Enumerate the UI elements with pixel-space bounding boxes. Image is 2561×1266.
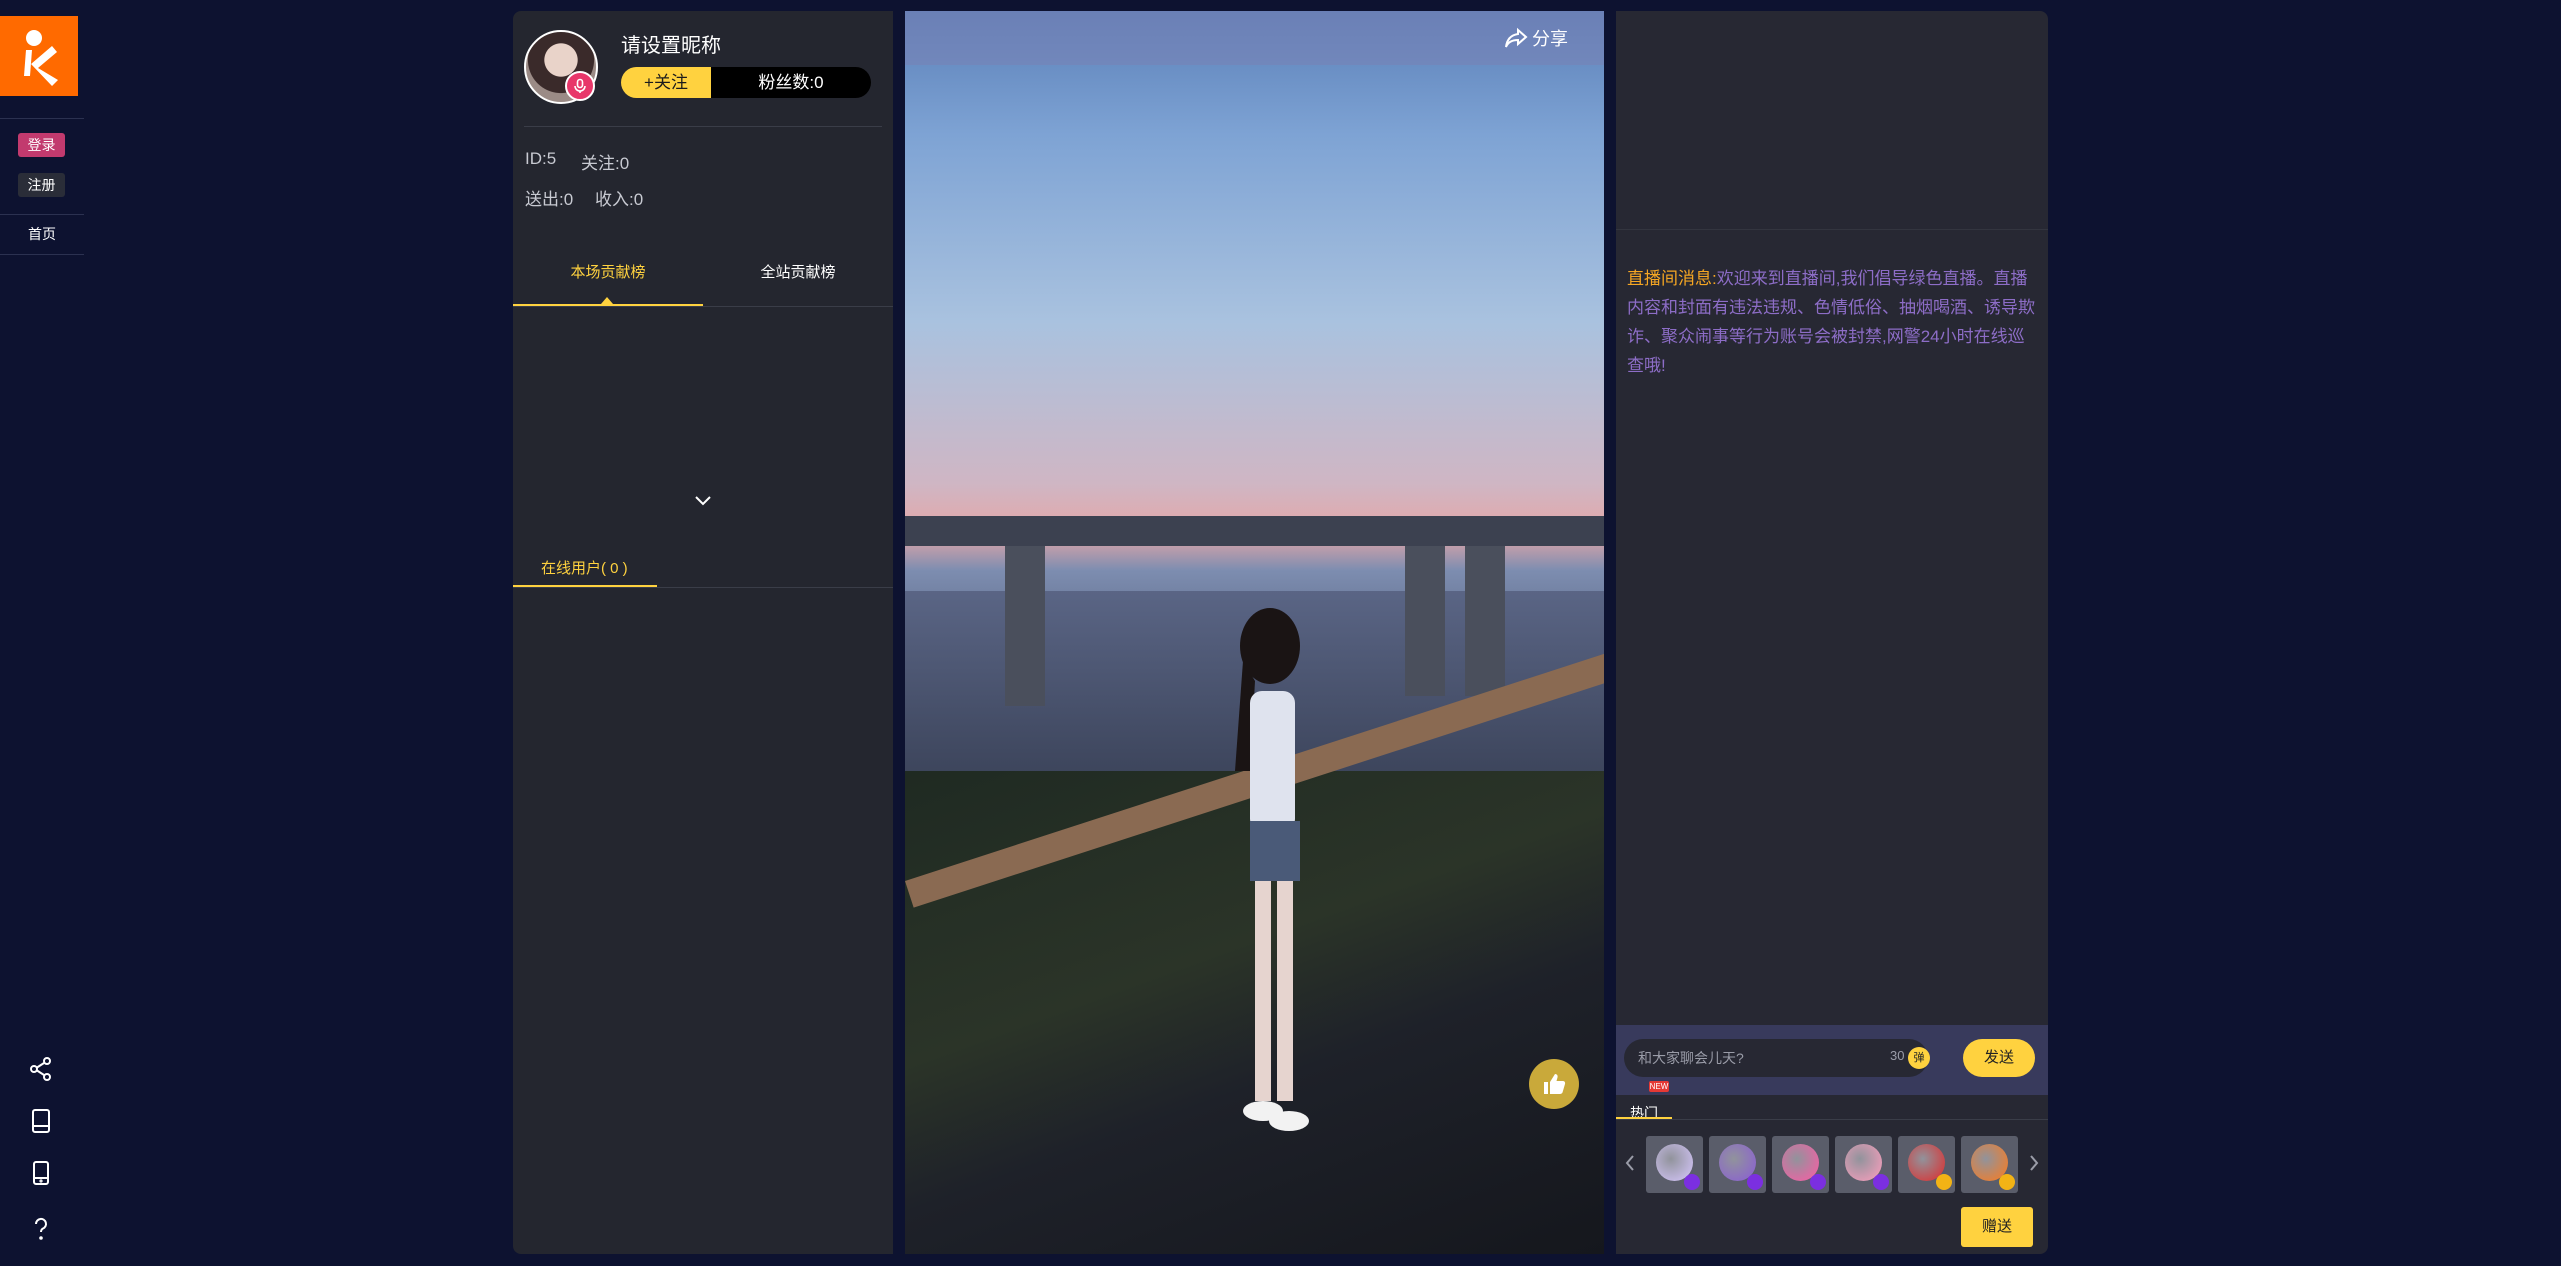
left-nav: 登录 注册 首页 [0,0,84,1266]
gift-item[interactable] [1772,1136,1829,1193]
gift-divider [1616,1119,2048,1120]
chat-panel: 直播间消息:欢迎来到直播间,我们倡导绿色直播。直播内容和封面有违法违规、色情低俗… [1616,11,2048,1254]
video-pillar [1465,546,1505,696]
share-button[interactable]: 分享 [1504,25,1568,51]
chevron-left-icon[interactable] [1624,1153,1636,1173]
tablet-icon[interactable] [28,1108,54,1134]
video-topbar [905,11,1604,65]
notice-label: 直播间消息: [1627,269,1717,288]
gift-item[interactable] [1835,1136,1892,1193]
tab-this-show-rank[interactable]: 本场贡献榜 [513,261,703,282]
gift-item[interactable] [1646,1136,1703,1193]
tab-hot-gifts[interactable]: 热门 [1630,1103,1658,1123]
share-label: 分享 [1532,29,1568,49]
gift-item[interactable] [1961,1136,2018,1193]
gift-item[interactable] [1898,1136,1955,1193]
following-count: 关注:0 [581,154,630,173]
gift-badge-icon [1999,1174,2015,1190]
app-logo[interactable] [0,16,78,96]
anchor-nickname: 请设置昵称 [621,35,721,57]
chevron-down-icon[interactable] [693,494,713,508]
tab-divider [513,306,893,307]
online-divider [513,587,893,588]
phone-icon[interactable] [28,1160,54,1186]
tab-site-rank[interactable]: 全站贡献榜 [703,261,893,282]
anchor-panel: 请设置昵称 +关注 粉丝数:0 ID:5 关注:0 送出:0 收入:0 本场贡献… [513,11,893,1254]
share-icon [1505,27,1528,48]
thumbs-up-icon [1544,1074,1566,1094]
video-person [1235,608,1309,1131]
nav-divider [0,254,84,255]
chat-input[interactable]: 和大家聊会儿天? [1624,1039,1928,1077]
new-badge: NEW [1649,1081,1669,1092]
mic-icon [565,71,595,101]
gift-badge-icon [1936,1174,1952,1190]
live-video[interactable]: 分享 [905,11,1604,1254]
follow-button[interactable]: +关注 [621,67,711,98]
gift-badge-icon [1873,1174,1889,1190]
chat-divider [1616,229,2048,230]
video-pillar [1005,546,1045,706]
login-button[interactable]: 登录 [18,133,65,157]
system-notice: 直播间消息:欢迎来到直播间,我们倡导绿色直播。直播内容和封面有违法违规、色情低俗… [1627,264,2037,380]
send-button[interactable]: 发送 [1963,1039,2035,1077]
income-count: 收入:0 [595,190,644,209]
video-bridge [905,516,1604,546]
like-button[interactable] [1529,1059,1579,1109]
chevron-right-icon[interactable] [2028,1153,2040,1173]
register-button[interactable]: 注册 [18,173,65,197]
nav-home-link[interactable]: 首页 [0,224,84,244]
give-gift-button[interactable]: 赠送 [1961,1207,2033,1247]
fans-count: 粉丝数:0 [711,67,871,98]
anchor-id: ID:5 [525,149,557,168]
help-icon[interactable] [28,1216,54,1242]
gift-badge-icon [1684,1174,1700,1190]
share-network-icon[interactable] [28,1056,54,1082]
chat-char-count: 30 [1890,1048,1905,1063]
tab-caret-icon [601,297,613,304]
gift-badge-icon [1810,1174,1826,1190]
panel-divider [524,126,882,127]
video-pillar [1405,546,1445,696]
nav-divider [0,214,84,215]
danmu-toggle-icon[interactable]: 弹 [1908,1047,1930,1069]
sent-count: 送出:0 [525,190,574,209]
nav-divider [0,118,84,119]
gift-item[interactable] [1709,1136,1766,1193]
tab-online-users[interactable]: 在线用户( 0 ) [541,557,628,578]
gift-badge-icon [1747,1174,1763,1190]
